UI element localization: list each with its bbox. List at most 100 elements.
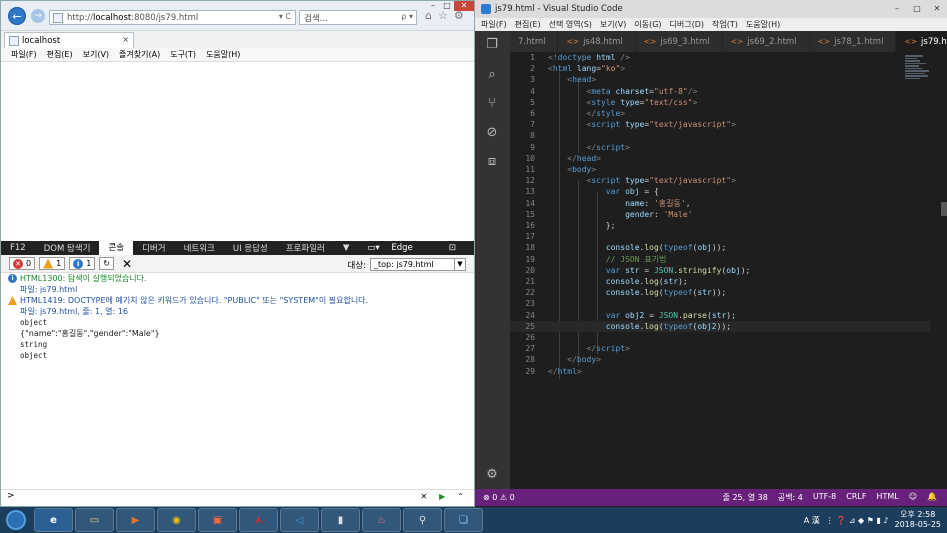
bell-icon[interactable]: 🔔	[927, 492, 937, 503]
feedback-icon[interactable]: ☺	[909, 492, 917, 503]
clear-console-icon[interactable]: ✕	[122, 257, 132, 271]
log-output: {"name":"홍길동","gender":"Male"}	[20, 329, 160, 338]
menu-debug[interactable]: 디버그(D)	[670, 19, 704, 30]
log-file-link[interactable]: 파일: js79.html	[1, 284, 474, 295]
clock[interactable]: 오후 2:58 2018-05-25	[895, 510, 942, 530]
extensions-icon[interactable]: ⧈	[484, 154, 500, 170]
warning-icon	[8, 296, 17, 305]
tab-7-html[interactable]: 7.html	[510, 31, 559, 52]
forward-button[interactable]: →	[31, 9, 45, 23]
app-taskbar-icon[interactable]: ▣	[198, 508, 237, 532]
media-player-taskbar-icon[interactable]: ▶	[116, 508, 155, 532]
chrome-taskbar-icon[interactable]: ◉	[157, 508, 196, 532]
clear-on-navigate-toggle[interactable]: ↻	[99, 257, 114, 270]
tabs-more-icon[interactable]: ▼	[334, 243, 359, 253]
problems-indicator[interactable]: ⊗ 0 ⚠ 0	[483, 493, 515, 502]
run-icon[interactable]: ▶	[439, 492, 445, 501]
expand-icon[interactable]: ⌃	[457, 492, 464, 501]
ime-indicator[interactable]: A 漢	[804, 515, 820, 526]
refresh-icon[interactable]: ▾ C	[279, 12, 291, 21]
page-icon	[53, 12, 63, 23]
log-entry: HTML1419: DOCTYPE에 예기치 않은 키워드가 있습니다. "PU…	[1, 295, 474, 306]
error-filter[interactable]: ✕ 0	[9, 257, 36, 270]
explorer-icon[interactable]: ❐	[484, 37, 500, 53]
cmd-taskbar-icon[interactable]: ▮	[321, 508, 360, 532]
acrobat-taskbar-icon[interactable]: ⋏	[239, 508, 278, 532]
search-icon[interactable]: ρ ▾	[401, 12, 413, 21]
tab-debugger[interactable]: 디버거	[133, 242, 174, 254]
maximize-button[interactable]: □	[440, 1, 454, 11]
gear-icon[interactable]: ⚙	[484, 467, 500, 483]
tab-js78-1[interactable]: <> js78_1.html	[809, 31, 897, 52]
tab-network[interactable]: 네트워크	[175, 242, 224, 254]
warning-filter[interactable]: 1	[39, 257, 66, 270]
menu-go[interactable]: 이동(G)	[634, 19, 661, 30]
url-field[interactable]: http://localhost:8080/js79.html ▾ C	[49, 10, 296, 25]
menu-edit[interactable]: 편집(E)	[515, 19, 541, 30]
tab-console[interactable]: 콘솔	[99, 241, 134, 255]
code-line: 2 <html lang="ko">	[530, 64, 626, 74]
cursor-position[interactable]: 줄 25, 열 38	[723, 492, 768, 503]
code-line: 16 };	[525, 221, 616, 230]
ie-taskbar-icon[interactable]: e	[34, 508, 73, 532]
target-select[interactable]: _top: js79.html ▼	[370, 258, 466, 271]
encoding[interactable]: UTF-8	[813, 492, 836, 503]
code-editor[interactable]: 1 <!doctype html /> 2 <html lang="ko"> 3 <…	[510, 52, 947, 489]
minimize-button[interactable]: –	[426, 1, 440, 11]
menu-selection[interactable]: 선택 영역(S)	[549, 19, 592, 30]
info-filter[interactable]: i1	[69, 257, 96, 270]
console-toggle-icon[interactable]: ⊡	[440, 243, 465, 253]
log-file-link[interactable]: 파일: js79.html, 줄: 1, 열: 16	[1, 306, 474, 317]
clear-input-icon[interactable]: ✕	[420, 492, 427, 501]
menu-tools[interactable]: 도구(T)	[170, 49, 196, 60]
code-line: 24 var obj2 = JSON.parse(str);	[525, 310, 736, 320]
tab-profiler[interactable]: 프로파일러	[277, 242, 334, 254]
source-control-icon[interactable]: ⑂	[484, 96, 500, 112]
debug-icon[interactable]: ⊘	[484, 125, 500, 141]
java-taskbar-icon[interactable]: ♨	[362, 508, 401, 532]
menu-help[interactable]: 도움말(H)	[206, 49, 240, 60]
search-input[interactable]: 검색... ρ ▾	[299, 10, 417, 25]
tab-js69-3[interactable]: <> js69_3.html	[635, 31, 723, 52]
tool-taskbar-icon[interactable]: ⚲	[403, 508, 442, 532]
back-button[interactable]: ←	[8, 7, 26, 25]
menu-favorites[interactable]: 즐겨찾기(A)	[119, 49, 160, 60]
maximize-button[interactable]: □	[907, 0, 927, 18]
emulation-mode[interactable]: ▭▾ Edge	[358, 243, 430, 253]
search-icon[interactable]: ⌕	[484, 67, 500, 83]
close-button[interactable]: ✕	[927, 0, 947, 18]
tab-dom-explorer[interactable]: DOM 탐색기	[35, 242, 100, 254]
close-button[interactable]: ✕	[454, 1, 474, 11]
page-content	[1, 62, 474, 241]
minimize-button[interactable]: –	[887, 0, 907, 18]
ie-tab[interactable]: localhost ×	[4, 32, 134, 48]
menu-edit[interactable]: 편집(E)	[47, 49, 73, 60]
menu-file[interactable]: 파일(F)	[11, 49, 37, 60]
menu-view[interactable]: 보기(V)	[600, 19, 626, 30]
code-line: 6 </style>	[530, 109, 626, 118]
minimap[interactable]	[905, 54, 935, 90]
menu-file[interactable]: 파일(F)	[481, 19, 507, 30]
tab-js79[interactable]: <>js79.html✕	[896, 31, 947, 52]
vscode-taskbar-icon[interactable]: ◁	[280, 508, 319, 532]
warning-icon	[43, 258, 54, 269]
indentation[interactable]: 공백: 4	[778, 492, 803, 503]
tab-js69-2[interactable]: <> js69_2.html	[722, 31, 810, 52]
status-bar: ⊗ 0 ⚠ 0 줄 25, 열 38 공백: 4 UTF-8 CRLF HTML…	[475, 489, 947, 506]
explorer-taskbar-icon[interactable]: ▭	[75, 508, 114, 532]
tab-ui-responsiveness[interactable]: UI 응답성	[224, 242, 277, 254]
tray-icons[interactable]: ⋮ ❓ ⊿ ◆ ⚑ ▮ ♪	[826, 516, 889, 525]
f12-label: F12	[10, 243, 26, 253]
scrollbar-thumb[interactable]	[941, 202, 947, 216]
menu-view[interactable]: 보기(V)	[83, 49, 109, 60]
start-button[interactable]	[0, 507, 32, 533]
tab-js48[interactable]: <> js48.html	[558, 31, 636, 52]
menu-help[interactable]: 도움말(H)	[746, 19, 780, 30]
line-ending[interactable]: CRLF	[846, 492, 866, 503]
vscode-titlebar: js79.html - Visual Studio Code – □ ✕	[475, 0, 947, 18]
window-taskbar-icon[interactable]: ❏	[444, 508, 483, 532]
language-mode[interactable]: HTML	[876, 492, 898, 503]
menu-tasks[interactable]: 작업(T)	[712, 19, 738, 30]
console-input[interactable]: > ✕ ▶ ⌃	[1, 489, 474, 502]
tab-close-icon[interactable]: ×	[122, 35, 129, 44]
